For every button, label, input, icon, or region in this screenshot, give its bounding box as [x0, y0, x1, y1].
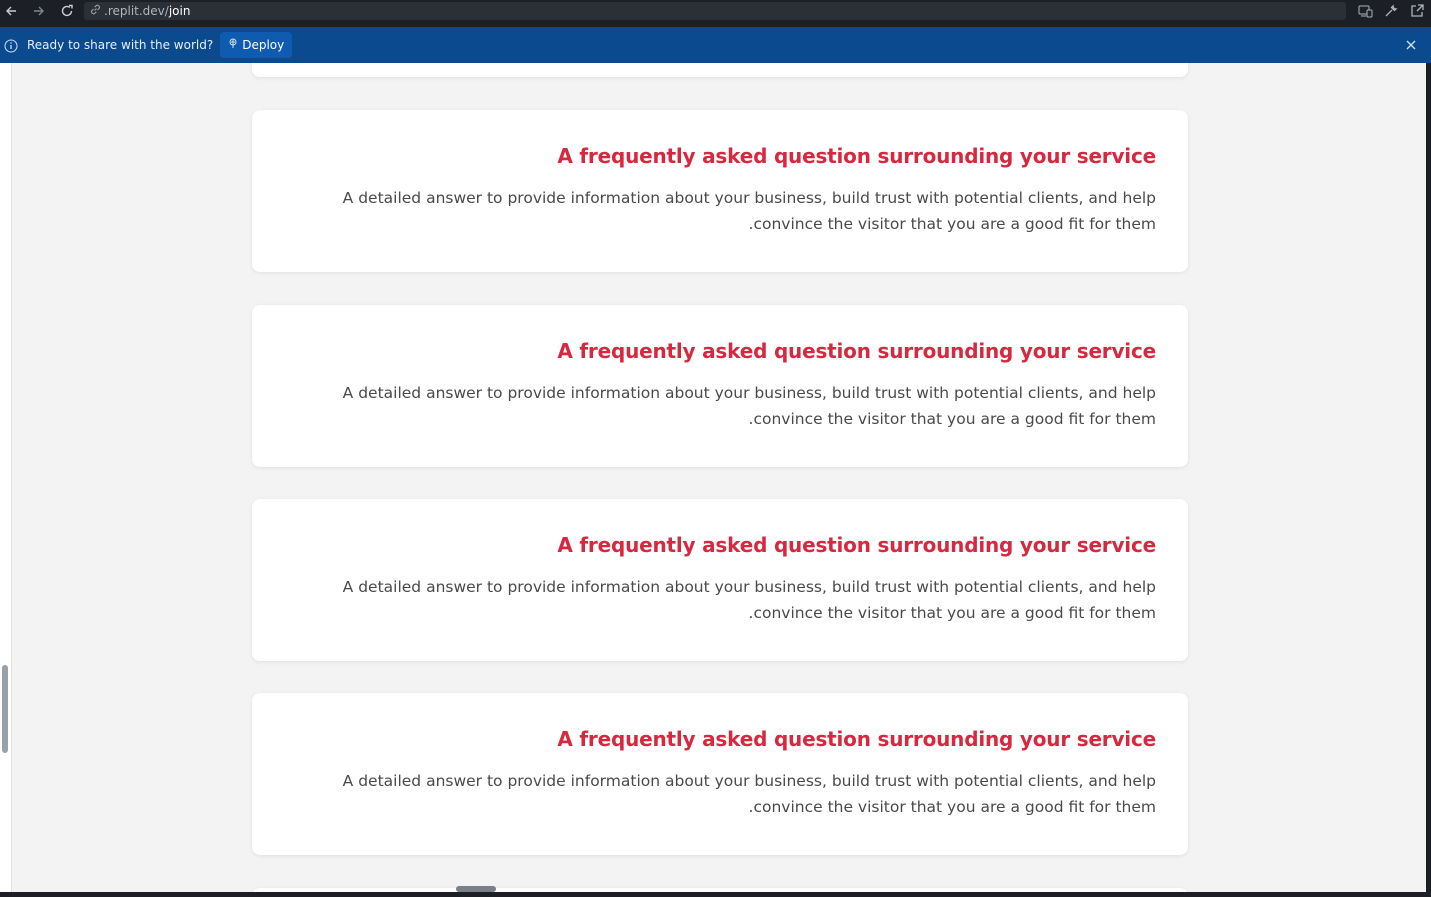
vertical-scrollbar[interactable]: [2, 665, 8, 753]
faq-card: A frequently asked question surrounding …: [252, 110, 1188, 272]
deploy-icon: [228, 38, 238, 52]
faq-question: A frequently asked question surrounding …: [557, 533, 1156, 557]
faq-answer: A detailed answer to provide information…: [342, 578, 1156, 622]
faq-card: A frequently asked question surrounding …: [252, 693, 1188, 855]
deploy-label: Deploy: [242, 38, 285, 52]
page-viewport: A frequently asked question surrounding …: [12, 63, 1426, 892]
url-host: .replit.dev/: [104, 4, 169, 18]
window-edge: [1426, 63, 1431, 897]
faq-answer: A detailed answer to provide information…: [342, 189, 1156, 233]
deploy-banner: Ready to share with the world? Deploy: [0, 27, 1431, 63]
close-icon[interactable]: [1403, 37, 1419, 53]
external-link-icon[interactable]: [1409, 3, 1425, 19]
faq-card-partial: [252, 63, 1188, 77]
back-arrow-icon[interactable]: [0, 0, 22, 22]
devices-icon[interactable]: [1357, 3, 1373, 19]
banner-message: Ready to share with the world?: [27, 38, 214, 52]
faq-answer: A detailed answer to provide information…: [342, 384, 1156, 428]
faq-question: A frequently asked question surrounding …: [557, 727, 1156, 751]
reload-icon[interactable]: [56, 0, 78, 22]
url-bar[interactable]: .replit.dev/join: [84, 2, 1346, 20]
wrench-icon[interactable]: [1383, 3, 1399, 19]
faq-answer: A detailed answer to provide information…: [342, 772, 1156, 816]
faq-question: A frequently asked question surrounding …: [557, 339, 1156, 363]
left-gutter: [0, 63, 12, 892]
deploy-button[interactable]: Deploy: [220, 32, 293, 58]
window-edge: [0, 892, 1431, 897]
faq-question: A frequently asked question surrounding …: [557, 144, 1156, 168]
info-icon: [4, 38, 18, 53]
faq-card: A frequently asked question surrounding …: [252, 305, 1188, 467]
browser-toolbar: .replit.dev/join: [0, 0, 1431, 22]
faq-card: A frequently asked question surrounding …: [252, 499, 1188, 661]
forward-arrow-icon[interactable]: [28, 0, 50, 22]
url-path: join: [168, 4, 191, 18]
link-icon: [90, 4, 101, 18]
